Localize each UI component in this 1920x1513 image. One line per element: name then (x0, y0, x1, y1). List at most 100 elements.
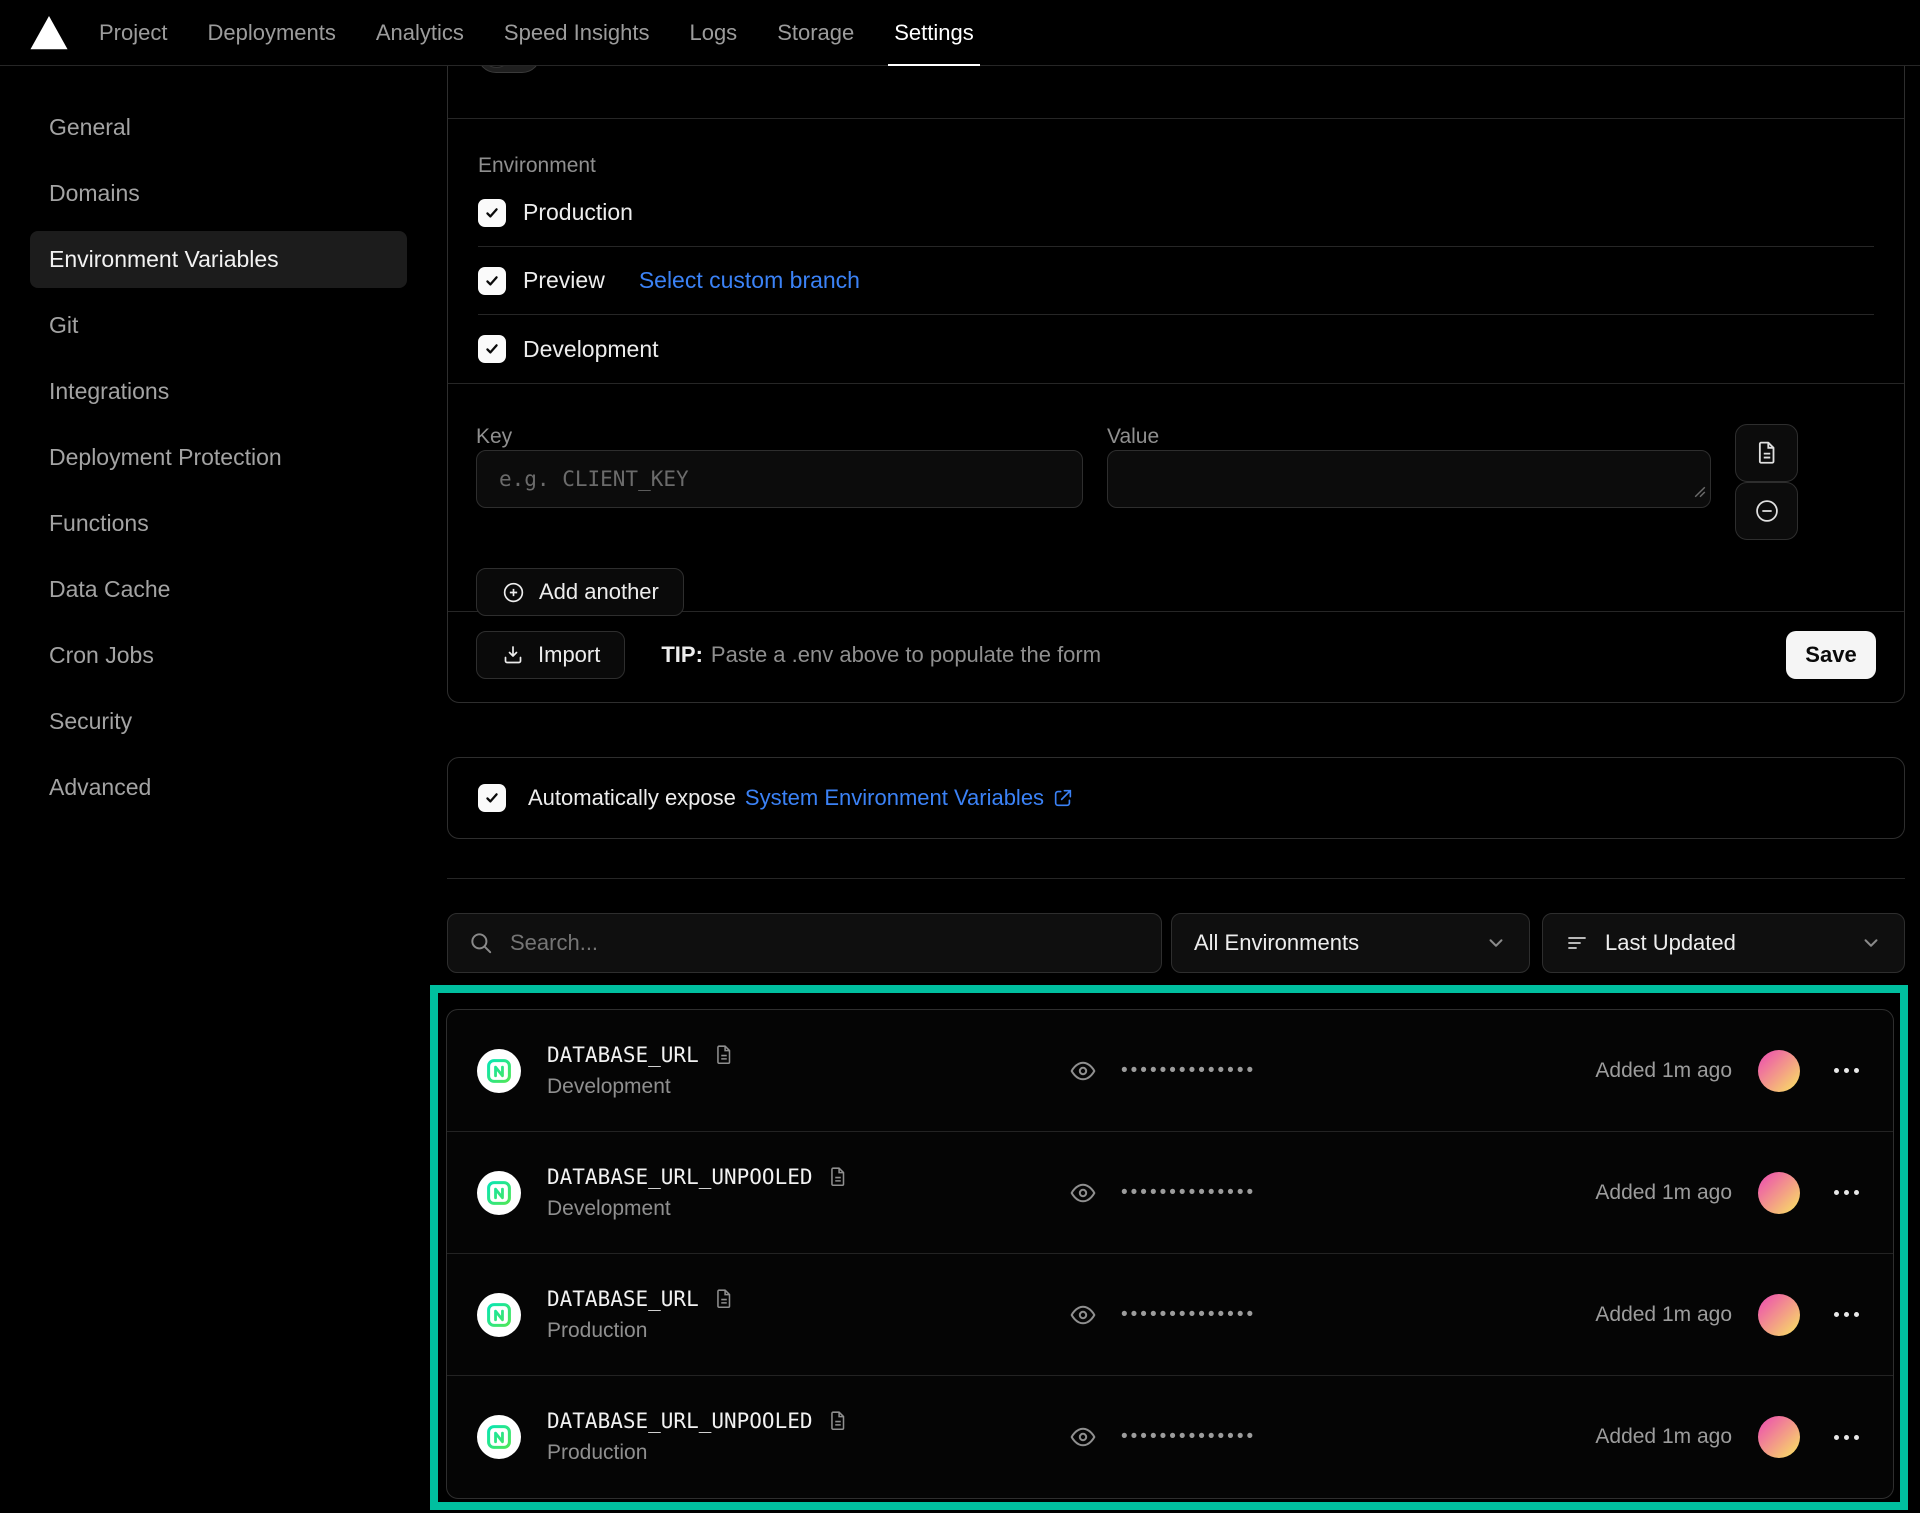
add-another-label: Add another (539, 579, 659, 605)
check-icon (484, 205, 500, 221)
neon-integration-icon (477, 1293, 521, 1337)
env-var-row[interactable]: DATABASE_URL Production •••••••••••••• A… (447, 1254, 1893, 1376)
preview-checkbox[interactable] (478, 267, 506, 295)
active-tab-underline (888, 64, 980, 66)
nav-item-storage[interactable]: Storage (757, 0, 874, 66)
var-info: DATABASE_URL_UNPOOLED Development (547, 1165, 1067, 1221)
top-nav: Project Deployments Analytics Speed Insi… (0, 0, 1920, 66)
download-icon (501, 643, 525, 667)
import-button[interactable]: Import (476, 631, 625, 679)
system-env-link[interactable]: System Environment Variables (745, 785, 1074, 811)
sort-icon (1565, 931, 1589, 955)
remove-row-button[interactable] (1735, 482, 1798, 540)
import-label: Import (538, 642, 600, 668)
paste-file-button[interactable] (1735, 424, 1798, 482)
sidebar-item-functions[interactable]: Functions (30, 495, 407, 552)
avatar (1758, 1416, 1800, 1458)
var-info: DATABASE_URL_UNPOOLED Production (547, 1409, 1067, 1465)
environment-row-preview: Preview Select custom branch (478, 247, 1874, 315)
row-menu-button[interactable] (1830, 1427, 1863, 1448)
copy-file-icon[interactable] (713, 1044, 735, 1066)
nav-item-project[interactable]: Project (79, 0, 187, 66)
masked-value: •••••••••••••• (1121, 1426, 1256, 1448)
development-checkbox[interactable] (478, 335, 506, 363)
masked-value: •••••••••••••• (1121, 1304, 1256, 1326)
nav-item-deployments[interactable]: Deployments (187, 0, 355, 66)
sidebar-item-cron-jobs[interactable]: Cron Jobs (30, 627, 407, 684)
var-environment: Production (547, 1441, 1067, 1465)
nav-item-logs[interactable]: Logs (669, 0, 757, 66)
copy-file-icon[interactable] (827, 1166, 849, 1188)
eye-icon[interactable] (1067, 1055, 1099, 1087)
add-another-button[interactable]: Add another (476, 568, 684, 616)
settings-sidebar: General Domains Environment Variables Gi… (30, 99, 407, 825)
sidebar-item-general[interactable]: General (30, 99, 407, 156)
nav-item-speed-insights[interactable]: Speed Insights (484, 0, 670, 66)
vercel-logo-icon[interactable] (30, 16, 68, 50)
sidebar-item-data-cache[interactable]: Data Cache (30, 561, 407, 618)
check-icon (484, 341, 500, 357)
filter-row: All Environments Last Updated (447, 913, 1905, 973)
minus-circle-icon (1753, 497, 1781, 525)
var-environment: Development (547, 1075, 1067, 1099)
production-checkbox[interactable] (478, 199, 506, 227)
nav-item-settings[interactable]: Settings (874, 0, 994, 66)
var-info: DATABASE_URL Development (547, 1043, 1067, 1099)
row-menu-button[interactable] (1830, 1182, 1863, 1203)
sidebar-item-environment-variables[interactable]: Environment Variables (30, 231, 407, 288)
chevron-down-icon (1860, 932, 1882, 954)
nav-item-settings-label: Settings (894, 20, 974, 46)
file-icon (1754, 440, 1780, 466)
create-env-var-card: Disabled Environment Production Preview … (447, 0, 1905, 703)
sidebar-item-integrations[interactable]: Integrations (30, 363, 407, 420)
sidebar-item-domains[interactable]: Domains (30, 165, 407, 222)
sidebar-item-deployment-protection[interactable]: Deployment Protection (30, 429, 407, 486)
check-icon (484, 790, 500, 806)
environment-filter-select[interactable]: All Environments (1171, 913, 1530, 973)
system-env-link-label: System Environment Variables (745, 785, 1044, 811)
tip-body: Paste a .env above to populate the form (711, 642, 1101, 667)
nav-item-analytics[interactable]: Analytics (356, 0, 484, 66)
page: Project Deployments Analytics Speed Insi… (0, 0, 1920, 1513)
value-label: Value (1107, 424, 1711, 450)
eye-icon[interactable] (1067, 1299, 1099, 1331)
select-custom-branch-link[interactable]: Select custom branch (639, 267, 860, 294)
row-menu-button[interactable] (1830, 1304, 1863, 1325)
eye-icon[interactable] (1067, 1421, 1099, 1453)
resize-handle-icon[interactable] (1694, 485, 1706, 503)
key-input[interactable] (476, 450, 1083, 508)
copy-file-icon[interactable] (827, 1410, 849, 1432)
system-env-text: Automatically expose (528, 785, 736, 811)
development-label: Development (523, 336, 659, 363)
eye-icon[interactable] (1067, 1177, 1099, 1209)
save-button[interactable]: Save (1786, 631, 1876, 679)
sidebar-item-security[interactable]: Security (30, 693, 407, 750)
avatar (1758, 1294, 1800, 1336)
sidebar-item-git[interactable]: Git (30, 297, 407, 354)
environment-section: Environment Production Preview Select cu… (448, 119, 1904, 384)
added-timestamp: Added 1m ago (1595, 1425, 1732, 1449)
added-timestamp: Added 1m ago (1595, 1303, 1732, 1327)
var-environment: Development (547, 1197, 1067, 1221)
env-var-row[interactable]: DATABASE_URL_UNPOOLED Development ••••••… (447, 1132, 1893, 1254)
added-timestamp: Added 1m ago (1595, 1059, 1732, 1083)
var-name: DATABASE_URL_UNPOOLED (547, 1409, 813, 1433)
masked-value: •••••••••••••• (1121, 1060, 1256, 1082)
sort-select[interactable]: Last Updated (1542, 913, 1905, 973)
env-var-row[interactable]: DATABASE_URL Development •••••••••••••• … (447, 1010, 1893, 1132)
system-env-checkbox[interactable] (478, 784, 506, 812)
check-icon (484, 273, 500, 289)
production-label: Production (523, 199, 633, 226)
search-input[interactable] (510, 930, 1141, 956)
environment-section-label: Environment (478, 153, 1874, 179)
sidebar-item-advanced[interactable]: Advanced (30, 759, 407, 816)
var-environment: Production (547, 1319, 1067, 1343)
env-var-row[interactable]: DATABASE_URL_UNPOOLED Production •••••••… (447, 1376, 1893, 1498)
value-input[interactable] (1107, 450, 1711, 508)
external-link-icon (1052, 787, 1074, 809)
sort-value: Last Updated (1605, 930, 1736, 956)
copy-file-icon[interactable] (713, 1288, 735, 1310)
environment-row-production: Production (478, 179, 1874, 247)
divider (447, 878, 1905, 879)
row-menu-button[interactable] (1830, 1060, 1863, 1081)
